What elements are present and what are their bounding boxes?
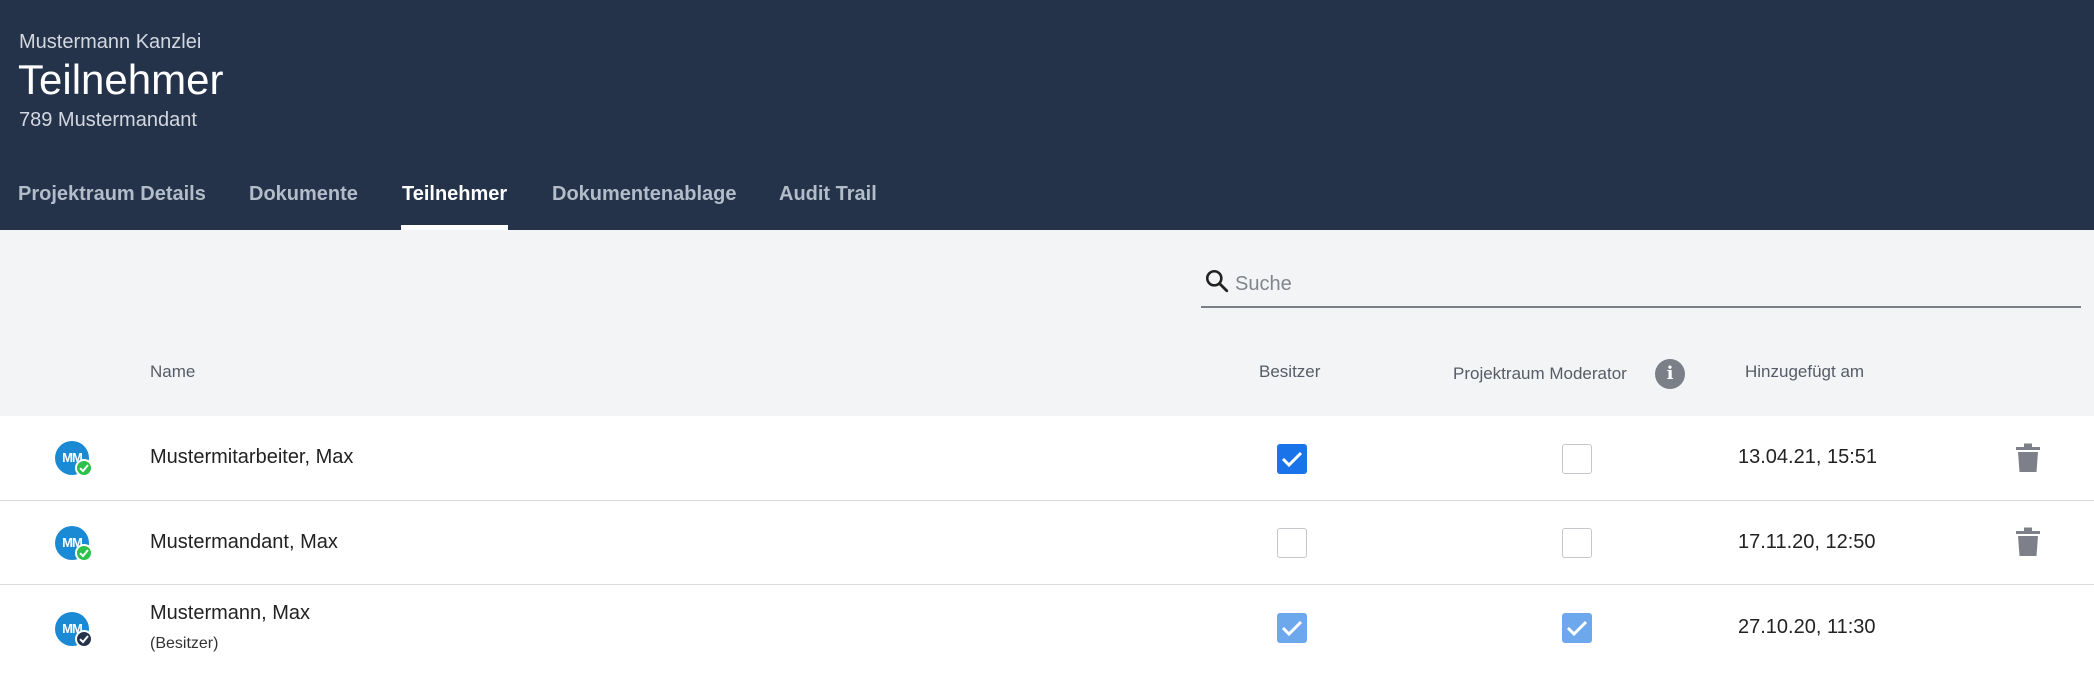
search-field[interactable]	[1201, 263, 2081, 308]
owner-checkbox[interactable]	[1277, 613, 1307, 643]
participant-role: (Besitzer)	[150, 635, 219, 652]
search-icon	[1205, 269, 1229, 293]
table-row: MM Mustermann, Max (Besitzer) 27.10.20, …	[0, 585, 2094, 690]
checkmark-icon	[1281, 620, 1303, 637]
checkmark-icon	[1281, 451, 1303, 468]
status-badge	[75, 459, 93, 477]
tab-audit-trail[interactable]: Audit Trail	[779, 183, 877, 206]
owner-checkbox[interactable]	[1277, 444, 1307, 474]
toolbar-area	[0, 230, 2094, 416]
search-input[interactable]	[1233, 272, 2057, 297]
tab-projektraum-details[interactable]: Projektraum Details	[18, 183, 206, 206]
tab-teilnehmer[interactable]: Teilnehmer	[402, 183, 507, 206]
page-title: Teilnehmer	[18, 56, 224, 103]
moderator-checkbox[interactable]	[1562, 528, 1592, 558]
column-header-added: Hinzugefügt am	[1745, 362, 1865, 381]
avatar: MM	[55, 526, 93, 562]
owner-checkbox[interactable]	[1277, 528, 1307, 558]
tab-dokumente[interactable]: Dokumente	[249, 183, 358, 206]
tab-dokumentenablage[interactable]: Dokumentenablage	[552, 183, 736, 206]
check-badge-icon	[79, 549, 89, 558]
trash-icon[interactable]	[2015, 527, 2041, 557]
client-name: 789 Mustermandant	[19, 109, 197, 131]
info-icon[interactable]: i	[1655, 359, 1685, 389]
added-date: 13.04.21, 15:51	[1738, 446, 1878, 468]
status-badge	[75, 544, 93, 562]
added-date: 27.10.20, 11:30	[1738, 616, 1876, 638]
avatar: MM	[55, 441, 93, 477]
participant-name: Mustermann, Max	[150, 602, 311, 624]
moderator-checkbox[interactable]	[1562, 613, 1592, 643]
moderator-checkbox[interactable]	[1562, 444, 1592, 474]
page-header: Mustermann Kanzlei Teilnehmer 789 Muster…	[0, 0, 2094, 230]
organization-name: Mustermann Kanzlei	[19, 31, 202, 53]
avatar: MM	[55, 612, 93, 648]
check-badge-icon	[79, 635, 89, 644]
status-badge	[75, 630, 93, 648]
table-row: MM Mustermandant, Max 17.11.20, 12:50	[0, 501, 2094, 585]
table-row: MM Mustermitarbeiter, Max 13.04.21, 15:5…	[0, 416, 2094, 501]
participant-name: Mustermitarbeiter, Max	[150, 446, 354, 468]
participant-name: Mustermandant, Max	[150, 531, 338, 553]
trash-icon[interactable]	[2015, 443, 2041, 473]
column-header-moderator: Projektraum Moderator	[1453, 364, 1627, 383]
column-header-owner: Besitzer	[1259, 362, 1321, 381]
column-header-name: Name	[150, 362, 196, 381]
added-date: 17.11.20, 12:50	[1738, 531, 1876, 553]
checkmark-icon	[1566, 620, 1588, 637]
check-badge-icon	[79, 464, 89, 473]
